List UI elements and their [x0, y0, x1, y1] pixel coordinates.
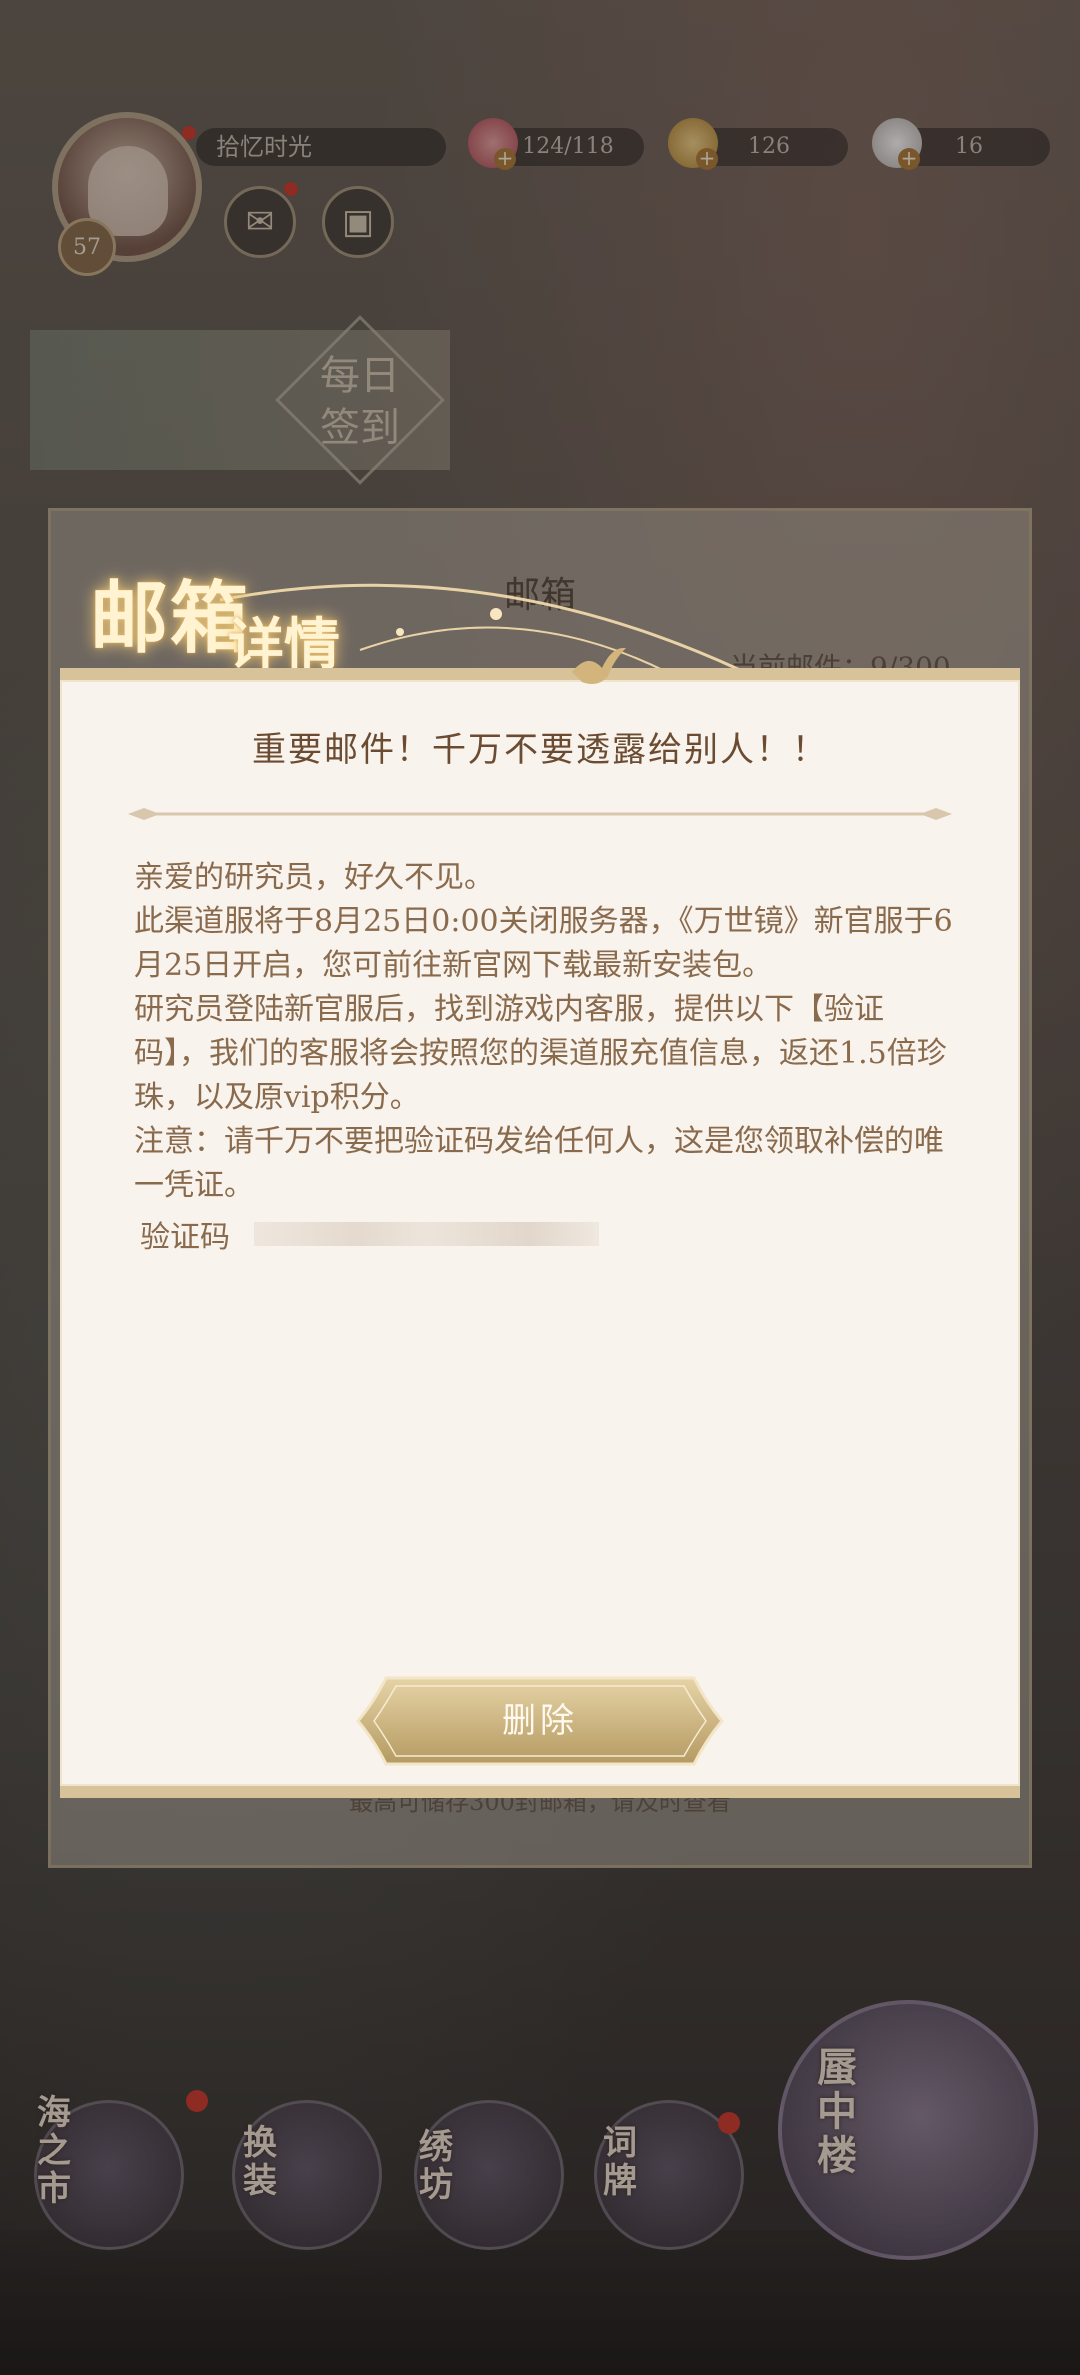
mail-body-line: 亲爱的研究员，好久不见。: [134, 860, 494, 895]
mail-detail-title-main: 邮箱: [90, 573, 251, 664]
mail-body-line: 研究员登陆新官服后，找到游戏内客服，提供以下【验证码】，我们的客服将会按照您的渠…: [134, 992, 947, 1115]
ornamental-divider: [128, 808, 952, 820]
mail-body: 亲爱的研究员，好久不见。 此渠道服将于8月25日0:00关闭服务器，《万世镜》新…: [134, 856, 954, 1208]
mail-subject: 重要邮件！千万不要透露给别人！！: [252, 730, 828, 770]
delete-button-label[interactable]: 删除: [356, 1672, 724, 1770]
mail-body-line: 此渠道服将于8月25日0:00关闭服务器，《万世镜》新官服于6月25日开启，您可…: [134, 904, 953, 983]
verification-code-label: 验证码: [140, 1220, 230, 1255]
swallow-icon: [572, 647, 626, 684]
mail-body-line: 注意：请千万不要把验证码发给任何人，这是您领取补偿的唯一凭证。: [134, 1124, 944, 1203]
verification-code-redacted: [254, 1222, 599, 1246]
